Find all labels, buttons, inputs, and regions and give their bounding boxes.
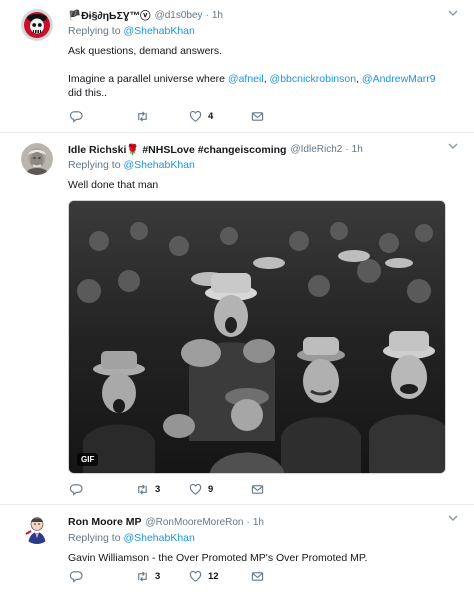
mention-link[interactable]: @AndrewMarr9 xyxy=(362,73,436,85)
mention-link[interactable]: @bbcnickrobinson xyxy=(270,73,357,85)
like-count: 12 xyxy=(208,571,219,582)
replying-to-label: Replying to xyxy=(68,159,124,171)
retweet-count: 3 xyxy=(155,571,161,582)
replying-to: Replying to @ShehabKhan xyxy=(68,532,462,546)
replying-to-mention[interactable]: @ShehabKhan xyxy=(123,159,194,171)
like-count: 9 xyxy=(208,484,214,495)
replying-to-label: Replying to xyxy=(68,532,124,544)
like-button[interactable]: 9 xyxy=(189,483,213,496)
display-name[interactable]: Ron Moore MP xyxy=(68,516,142,528)
like-button[interactable]: 4 xyxy=(189,110,213,123)
cartoon-avatar[interactable] xyxy=(22,514,52,544)
reply-icon xyxy=(70,111,83,123)
envelope-icon xyxy=(251,572,264,581)
heart-icon xyxy=(189,570,202,582)
tweet-text: Gavin Williamson - the Over Promoted MP'… xyxy=(68,551,462,565)
tweet-text: Ask questions, demand answers. Imagine a… xyxy=(68,44,462,100)
reply-button[interactable] xyxy=(70,570,83,583)
retweet-icon xyxy=(138,571,147,582)
message-button[interactable] xyxy=(251,110,264,123)
tweet-text-line: Well done that man xyxy=(68,179,159,191)
retweet-count: 3 xyxy=(155,484,161,495)
portrait-avatar[interactable] xyxy=(21,143,53,175)
envelope-icon xyxy=(251,485,264,494)
separator-dot: · xyxy=(205,9,209,21)
retweet-icon xyxy=(138,484,147,495)
retweet-button[interactable] xyxy=(136,110,149,123)
user-handle[interactable]: @d1s0bey xyxy=(155,10,203,21)
tweet[interactable]: Idle Richski🌹 #NHSLove #changeiscoming @… xyxy=(0,133,474,505)
retweet-button[interactable]: 3 xyxy=(136,483,160,496)
replying-to: Replying to @ShehabKhan xyxy=(68,25,462,39)
envelope-icon xyxy=(251,112,264,121)
replying-to-mention[interactable]: @ShehabKhan xyxy=(123,25,194,37)
retweet-icon xyxy=(138,111,147,122)
retweet-button[interactable]: 3 xyxy=(136,570,160,583)
mention-link[interactable]: @afneil xyxy=(228,73,264,85)
tweet-text-line: Ask questions, demand answers. xyxy=(68,45,223,57)
tweet-text-line: Imagine a parallel universe where @afnei… xyxy=(68,72,462,86)
replying-to: Replying to @ShehabKhan xyxy=(68,159,462,173)
separator-dot: · xyxy=(246,516,250,528)
display-name[interactable]: 🏴Đɨ§∂ηƄΣƔ™ⓥ xyxy=(68,8,151,22)
reply-button[interactable] xyxy=(70,110,83,123)
tweet-text-line: did this.. xyxy=(68,87,108,99)
tweet[interactable]: Ron Moore MP @RonMooreMoreRon · 1h Reply… xyxy=(0,505,474,599)
tweet[interactable]: 🏴Đɨ§∂ηƄΣƔ™ⓥ @d1s0bey · 1h Replying to @S… xyxy=(0,0,474,133)
message-button[interactable] xyxy=(251,483,264,496)
message-button[interactable] xyxy=(251,570,264,583)
tweet-text-blank xyxy=(68,58,462,72)
heart-icon xyxy=(189,483,202,495)
like-button[interactable]: 12 xyxy=(189,570,219,583)
replying-to-mention[interactable]: @ShehabKhan xyxy=(123,532,194,544)
skull-avatar[interactable] xyxy=(21,9,53,41)
reply-button[interactable] xyxy=(70,483,83,496)
tweet-text-fragment: Imagine a parallel universe where xyxy=(68,73,228,85)
reply-icon xyxy=(70,484,83,496)
user-handle[interactable]: @RonMooreMoreRon xyxy=(146,517,244,528)
user-handle[interactable]: @IdleRich2 xyxy=(290,144,342,155)
timestamp[interactable]: 1h xyxy=(212,10,223,21)
gif-badge: GIF xyxy=(77,453,99,466)
timestamp[interactable]: 1h xyxy=(253,517,264,528)
gif-image xyxy=(69,201,445,473)
display-name[interactable]: Idle Richski🌹 #NHSLove #changeiscoming xyxy=(68,143,286,156)
gif-media[interactable]: GIF xyxy=(68,200,446,474)
separator-dot: · xyxy=(345,143,349,155)
like-count: 4 xyxy=(208,111,214,122)
reply-icon xyxy=(70,571,83,583)
tweet-text-line: Gavin Williamson - the Over Promoted MP'… xyxy=(68,552,368,564)
timestamp[interactable]: 1h xyxy=(352,144,363,155)
tweet-text: Well done that man xyxy=(68,178,462,192)
replying-to-label: Replying to xyxy=(68,25,124,37)
heart-icon xyxy=(189,110,202,122)
